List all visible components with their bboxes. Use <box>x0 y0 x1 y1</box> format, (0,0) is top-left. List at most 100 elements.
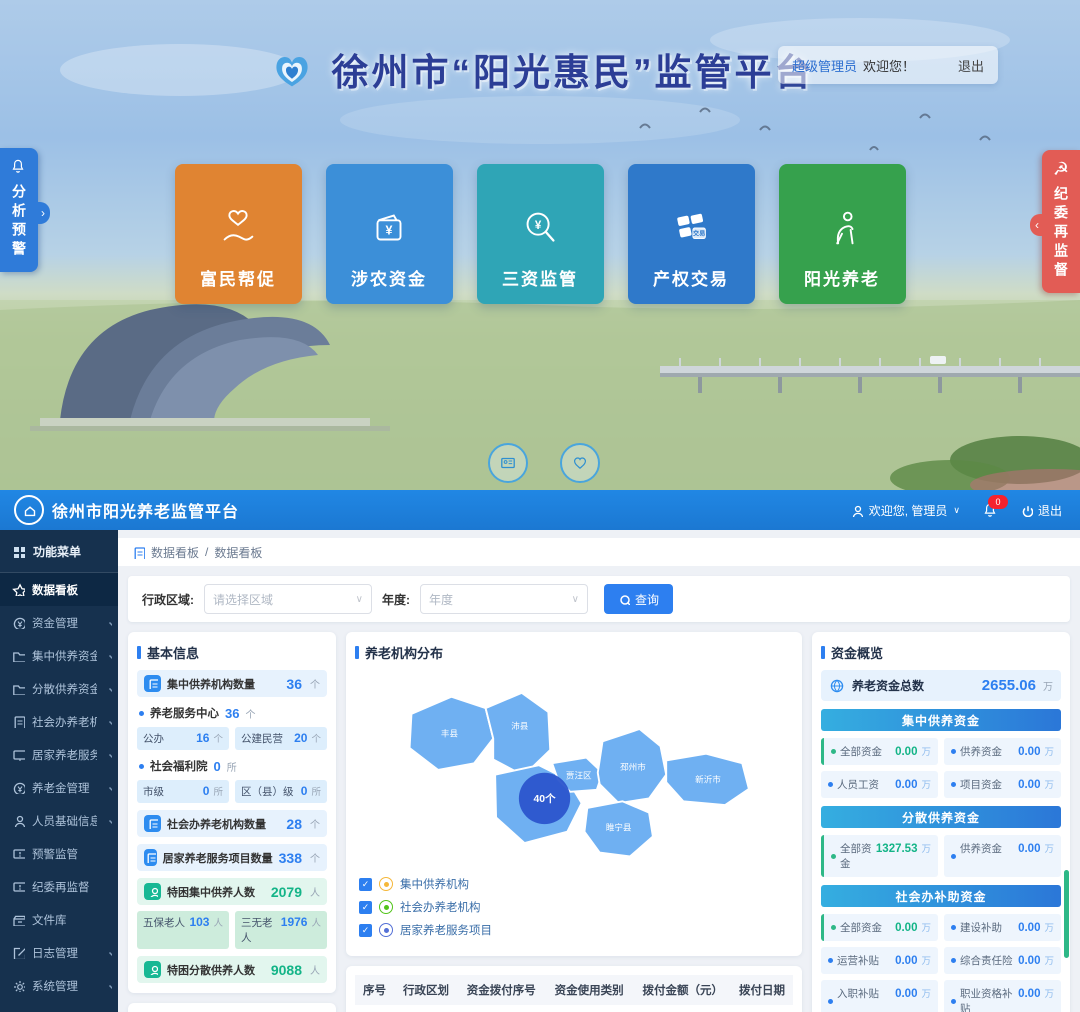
tile-label: 产权交易 <box>653 265 729 290</box>
sidebar-item-system-management[interactable]: 系统管理 <box>0 969 118 1002</box>
trade-blocks-icon: 交易 <box>668 205 714 251</box>
col-fund-category: 资金使用类别 <box>547 975 635 1005</box>
warning-info-panel: 预警信息 预警总数 0 条 已处理 <box>128 1003 336 1012</box>
star-icon <box>12 583 25 596</box>
col-region: 行政区划 <box>395 975 459 1005</box>
basic-info-panel: 基本信息 集中供养机构数量 36 个 养老服务中心 36 个 公 <box>128 632 336 993</box>
fund-cell: 建设补助 0.00 万 <box>944 914 1061 941</box>
legend-social-institutions[interactable]: ✓ 社会办养老机构 <box>359 899 789 915</box>
fund-cell: 供养资金 0.00 万 <box>944 835 1061 877</box>
folder-icon <box>12 649 25 662</box>
year-select[interactable]: 年度 ∨ <box>420 584 588 614</box>
panel-scrollbar-thumb[interactable] <box>1064 870 1069 958</box>
portal-logout-button[interactable]: 退出 <box>958 56 984 75</box>
checkbox-checked[interactable]: ✓ <box>359 901 372 914</box>
col-seq: 序号 <box>355 975 395 1005</box>
hero-quick-icons <box>488 443 600 483</box>
box-icon <box>12 913 25 926</box>
fund-cell: 全部资金 0.00 万 <box>821 738 938 765</box>
sidebar-item-home-care-projects[interactable]: 居家养老服务项目 <box>0 738 118 771</box>
sidebar-item-discipline-supervision[interactable]: 纪委再监督 <box>0 870 118 903</box>
fund-cell: 全部资金 0.00 万 <box>821 914 938 941</box>
xuzhou-district-map[interactable]: 40个 丰县 沛县 贾汪区 邳州市 新沂市 睢宁县 <box>355 672 793 864</box>
map-panel-title: 养老机构分布 <box>355 643 793 662</box>
sidebar-item-fund-management[interactable]: 资金管理 <box>0 606 118 639</box>
heart-circle-button[interactable] <box>560 443 600 483</box>
logout-label: 退出 <box>1038 502 1062 519</box>
svg-text:丰县: 丰县 <box>441 728 459 739</box>
tile-yangguang-yanglao[interactable]: 阳光养老 <box>779 164 906 304</box>
funds-overview-title: 资金概览 <box>821 643 1061 662</box>
chip-public: 公办 16 个 <box>137 727 229 750</box>
tile-chanquan-jiaoyi[interactable]: 交易 产权交易 <box>628 164 755 304</box>
legend-centralized-institutions[interactable]: ✓ 集中供养机构 <box>359 876 789 892</box>
tile-sanzi-jianguan[interactable]: ¥ 三资监管 <box>477 164 604 304</box>
breadcrumb: 数据看板 / 数据看板 <box>118 538 1080 566</box>
table-empty-state: 暂无数据 <box>355 1005 793 1012</box>
fund-cell: 项目资金 0.00 万 <box>944 771 1061 798</box>
stat-row-social-institutions: 社会办养老机构数量 28 个 <box>137 810 327 837</box>
menu-header-label: 功能菜单 <box>33 543 81 560</box>
legend-home-care-projects[interactable]: ✓ 居家养老服务项目 <box>359 922 789 938</box>
main-content: 数据看板 / 数据看板 行政区域: 请选择区域 ∨ 年度: 年度 ∨ 查询 <box>118 530 1080 1012</box>
stat-row-decentralized-support-count: 特困分散供养人数 9088 人 <box>137 956 327 983</box>
chevron-right-icon <box>104 949 112 957</box>
sidebar-item-file-library[interactable]: 文件库 <box>0 903 118 936</box>
globe-icon <box>829 678 845 694</box>
sidebar-item-personnel-info[interactable]: 人员基础信息 <box>0 804 118 837</box>
sidebar-item-decentralized-funds[interactable]: 分散供养资金 <box>0 672 118 705</box>
id-card-circle-button[interactable] <box>488 443 528 483</box>
breadcrumb-root[interactable]: 数据看板 <box>151 544 199 561</box>
chevron-right-icon <box>104 685 112 693</box>
person-icon <box>12 814 25 827</box>
folder-icon <box>12 682 25 695</box>
person-icon <box>147 964 158 975</box>
portal-hero: 徐州市“阳光惠民”监管平台 超级管理员 欢迎您！ 退出 分析预警 › ☭ 纪委再… <box>0 0 1080 490</box>
sidebar-item-log-management[interactable]: 日志管理 <box>0 936 118 969</box>
funds-overview-panel: 资金概览 养老资金总数 2655.06 万 集中供养资金 全部资金 0.00 万 <box>812 632 1070 1012</box>
section-social-subsidy-funds: 社会办补助资金 <box>821 885 1061 907</box>
filter-bar: 行政区域: 请选择区域 ∨ 年度: 年度 ∨ 查询 <box>128 576 1070 622</box>
alert-screen-icon <box>12 880 25 893</box>
checkbox-checked[interactable]: ✓ <box>359 924 372 937</box>
notification-bell-button[interactable]: 0 <box>982 502 998 518</box>
fund-cell: 供养资金 0.00 万 <box>944 738 1061 765</box>
chip-county-level: 区（县）级 0 所 <box>235 780 327 803</box>
svg-text:沛县: 沛县 <box>511 720 529 731</box>
stat-row-centralized-institutions: 集中供养机构数量 36 个 <box>137 670 327 697</box>
search-button[interactable]: 查询 <box>604 584 673 614</box>
header-user-menu[interactable]: 欢迎您, 管理员 ∨ <box>850 502 960 519</box>
checkbox-checked[interactable]: ✓ <box>359 878 372 891</box>
fund-cell: 综合责任险 0.00 万 <box>944 947 1061 974</box>
sidebar-item-dashboard[interactable]: 数据看板 <box>0 573 118 606</box>
sidebar-item-pension-management[interactable]: 养老金管理 <box>0 771 118 804</box>
sidebar: 功能菜单 数据看板 资金管理 集中供养资金 分散供养资金 社会办养老机构 <box>0 530 118 1012</box>
search-icon <box>618 593 630 605</box>
funds-table: 序号 行政区划 资金拨付序号 资金使用类别 拨付金额（元） 拨付日期 <box>355 975 793 1005</box>
tile-fumin-bangcu[interactable]: 富民帮促 <box>175 164 302 304</box>
sidebar-menu-header: 功能菜单 <box>0 530 118 573</box>
tile-label: 三资监管 <box>502 265 578 290</box>
chevron-right-icon <box>104 982 112 990</box>
svg-text:¥: ¥ <box>386 224 393 238</box>
funds-table-panel: 序号 行政区划 资金拨付序号 资金使用类别 拨付金额（元） 拨付日期 暂无数据 … <box>346 966 802 1012</box>
museum-building <box>30 304 390 431</box>
chevron-right-icon <box>104 718 112 726</box>
dashboard-header: 徐州市阳光养老监管平台 欢迎您, 管理员 ∨ 0 退出 <box>0 490 1080 530</box>
monitor-icon <box>12 748 25 761</box>
heart-hand-icon <box>215 205 261 251</box>
chevron-down-icon: ∨ <box>572 594 579 605</box>
sidebar-item-social-institutions[interactable]: 社会办养老机构 <box>0 705 118 738</box>
tile-label: 阳光养老 <box>804 265 880 290</box>
tile-shenong-zijin[interactable]: ¥ 涉农资金 <box>326 164 453 304</box>
fund-cell: 人员工资 0.00 万 <box>821 771 938 798</box>
pencil-icon <box>12 946 25 959</box>
sidebar-item-warning-supervision[interactable]: 预警监管 <box>0 837 118 870</box>
chip-city-level: 市级 0 所 <box>137 780 229 803</box>
middle-column: 养老机构分布 <box>346 632 802 1012</box>
col-amount: 拨付金额（元） <box>634 975 731 1005</box>
sidebar-item-centralized-funds[interactable]: 集中供养资金 <box>0 639 118 672</box>
region-select[interactable]: 请选择区域 ∨ <box>204 584 372 614</box>
logout-button[interactable]: 退出 <box>1020 502 1062 519</box>
fund-cell: 职业资格补贴 0.00 万 <box>944 980 1061 1012</box>
